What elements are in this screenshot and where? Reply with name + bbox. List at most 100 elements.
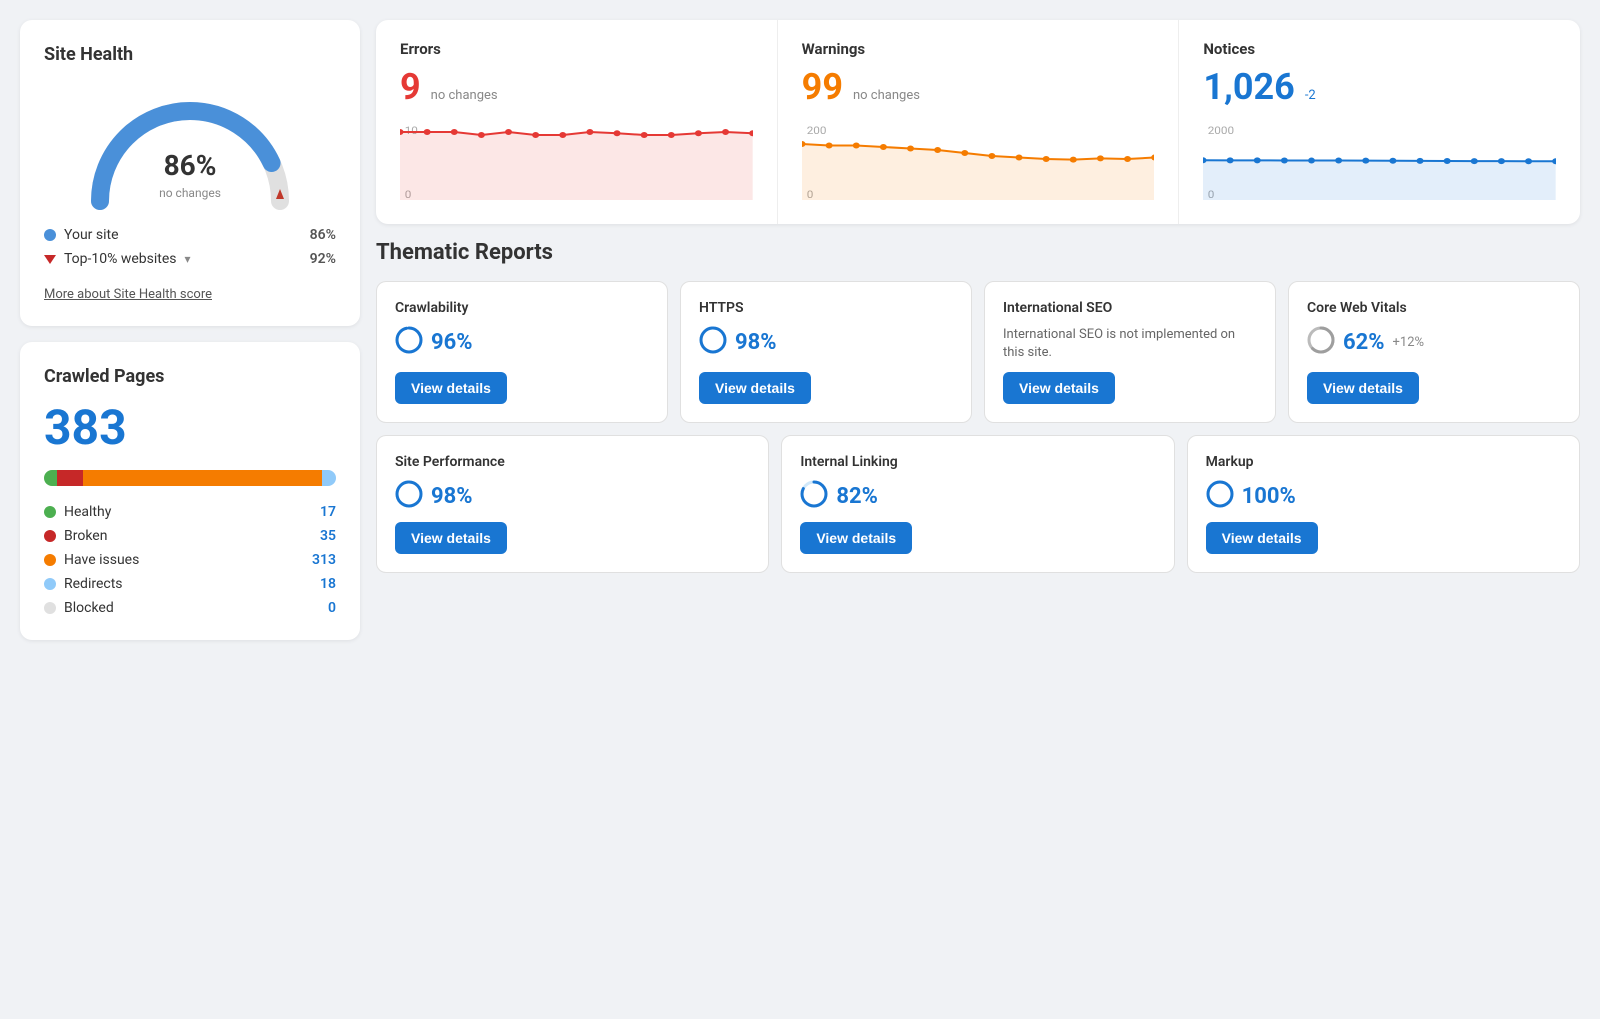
view-details-button[interactable]: View details [1003,372,1115,404]
view-details-button[interactable]: View details [1206,522,1318,554]
legend-label: Healthy [64,504,111,520]
crawled-pages-title: Crawled Pages [44,366,336,387]
view-details-button[interactable]: View details [699,372,811,404]
legend-dot [44,506,56,518]
report-card-crawlability: Crawlability 96% View details [376,281,668,423]
report-score-value: 98% [431,484,473,509]
report-score-change: +12% [1393,335,1425,350]
legend-label: Blocked [64,600,114,616]
view-details-button[interactable]: View details [800,522,912,554]
svg-text:2000: 2000 [1208,125,1234,137]
your-site-dot [44,229,56,241]
notices-chart: 20000 [1203,120,1556,200]
left-column: Site Health 86% no changes [20,20,360,640]
report-circle-icon [800,480,828,512]
errors-value: 9 [400,66,421,108]
notices-change: -2 [1305,88,1316,103]
report-score-value: 96% [431,330,473,355]
site-health-title: Site Health [44,44,336,65]
notices-card: Notices 1,026 -2 20000 [1179,20,1580,224]
top10-icon [44,255,56,264]
top10-legend: Top-10% websites ▾ 92% [44,251,336,267]
warnings-value: 99 [802,66,843,108]
report-score-value: 82% [836,484,878,509]
your-site-value: 86% [310,227,336,243]
report-name: Internal Linking [800,454,1155,470]
view-details-button[interactable]: View details [1307,372,1419,404]
report-name: Crawlability [395,300,649,316]
more-about-link[interactable]: More about Site Health score [44,287,212,302]
legend-dot [44,578,56,590]
thematic-reports-section: Thematic Reports Crawlability 96% View d… [376,240,1580,573]
gauge-center: 86% no changes [159,149,221,201]
errors-label: Errors [400,40,753,58]
site-health-card: Site Health 86% no changes [20,20,360,326]
report-score-row: 98% [699,326,953,358]
dashboard: Site Health 86% no changes [20,20,1580,640]
report-score-value: 100% [1242,484,1296,509]
report-card-international-seo: International SEO International SEO is no… [984,281,1276,423]
report-score-row: 96% [395,326,649,358]
crawled-bar [44,470,336,486]
crawled-count: 383 [44,399,336,456]
report-circle-icon [395,326,423,358]
report-card-core-web-vitals: Core Web Vitals 62% +12% View details [1288,281,1580,423]
gauge-sub: no changes [159,186,221,200]
legend-label: Have issues [64,552,139,568]
report-card-markup: Markup 100% View details [1187,435,1580,573]
report-circle-icon [395,480,423,512]
notices-value: 1,026 [1203,66,1294,108]
gauge-container: 86% no changes [44,81,336,211]
report-desc: International SEO is not implemented on … [1003,326,1257,362]
legend-count: 0 [328,600,336,616]
report-score-value: 62% [1343,330,1385,355]
bar-segment-broken [57,470,84,486]
metrics-row: Errors 9 no changes 100 Warnings 99 no c… [376,20,1580,224]
report-circle-icon [699,326,727,358]
legend-count: 35 [320,528,336,544]
legend-count: 18 [320,576,336,592]
report-circle-icon [1206,480,1234,512]
report-name: HTTPS [699,300,953,316]
report-score-value: 98% [735,330,777,355]
bar-segment-healthy [44,470,57,486]
svg-text:200: 200 [806,125,826,137]
report-name: Site Performance [395,454,750,470]
report-card-site-performance: Site Performance 98% View details [376,435,769,573]
legend-row-broken: Broken 35 [44,528,336,544]
reports-grid-row1: Crawlability 96% View details HTTPS 98% V… [376,281,1580,423]
crawled-pages-card: Crawled Pages 383 Healthy 17 Broken 35 H… [20,342,360,640]
your-site-legend: Your site 86% [44,227,336,243]
report-score-row: 62% +12% [1307,326,1561,358]
view-details-button[interactable]: View details [395,372,507,404]
legend-count: 313 [312,552,336,568]
thematic-reports-title: Thematic Reports [376,240,1580,265]
your-site-label: Your site [64,227,119,243]
legend-dot [44,602,56,614]
legend-row-redirects: Redirects 18 [44,576,336,592]
errors-change: no changes [431,88,498,103]
report-name: Core Web Vitals [1307,300,1561,316]
bar-segment-have-issues [83,470,322,486]
warnings-card: Warnings 99 no changes 2000 [778,20,1180,224]
legend-dot [44,554,56,566]
warnings-change: no changes [853,88,920,103]
gauge-percent: 86% [159,149,221,182]
top10-value: 92% [310,251,336,267]
legend-row-healthy: Healthy 17 [44,504,336,520]
legend-label: Redirects [64,576,123,592]
top10-label: Top-10% websites [64,251,177,267]
legend-row-have-issues: Have issues 313 [44,552,336,568]
errors-card: Errors 9 no changes 100 [376,20,778,224]
view-details-button[interactable]: View details [395,522,507,554]
report-score-row: 82% [800,480,1155,512]
chevron-down-icon[interactable]: ▾ [185,252,191,266]
warnings-chart: 2000 [802,120,1155,200]
report-name: International SEO [1003,300,1257,316]
report-name: Markup [1206,454,1561,470]
crawled-legend: Healthy 17 Broken 35 Have issues 313 Red… [44,504,336,616]
report-score-row: 98% [395,480,750,512]
report-circle-icon [1307,326,1335,358]
legend-label: Broken [64,528,107,544]
report-score-row: 100% [1206,480,1561,512]
